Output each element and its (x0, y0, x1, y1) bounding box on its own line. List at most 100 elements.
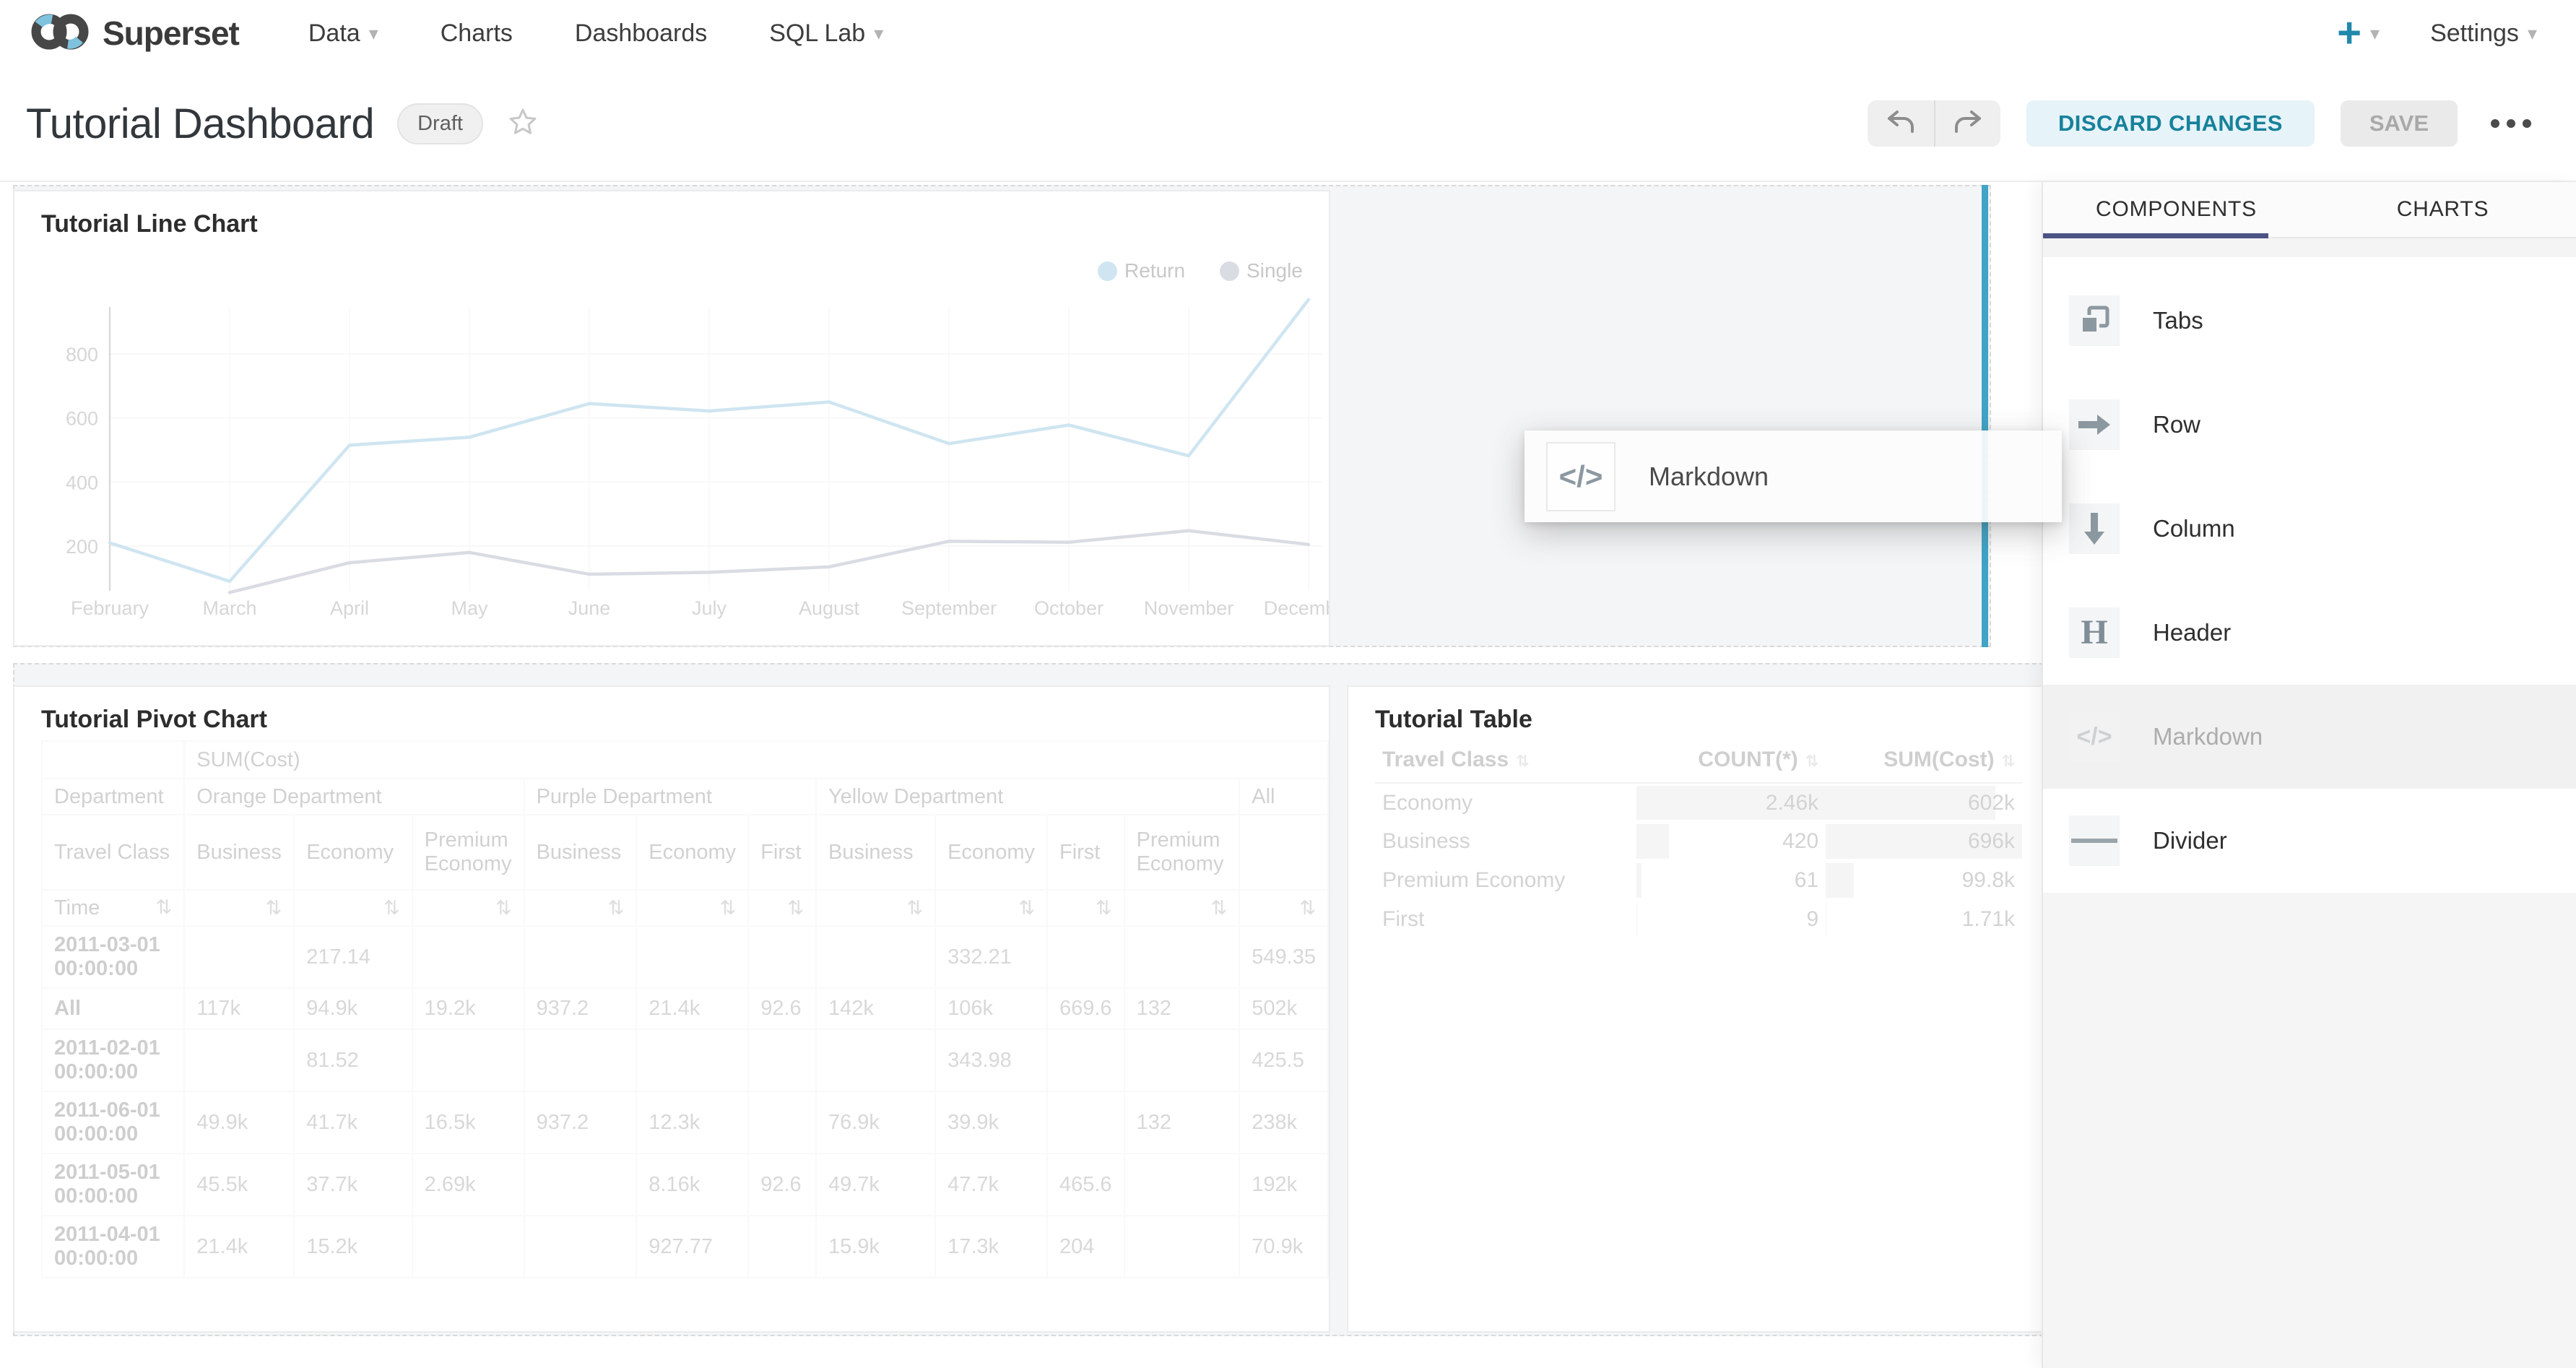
column-header-sum-cost-[interactable]: SUM(Cost)⇅ (1826, 737, 2022, 783)
builder-sidebar: COMPONENTS CHARTS TabsRow Column HHeader</… (2042, 182, 2576, 1368)
svg-text:December: December (1264, 597, 1329, 619)
pivot-row-label: 2011-03-01 00:00:00 (42, 926, 184, 988)
discard-changes-button[interactable]: DISCARD CHANGES (2026, 100, 2315, 147)
travel-class-cell: Business (1375, 822, 1636, 861)
pivot-value-cell: 21.4k (636, 988, 748, 1029)
pivot-value-cell: 15.2k (294, 1216, 412, 1278)
sidebar-item-header[interactable]: HHeader (2043, 581, 2576, 685)
new-item-button[interactable]: + ▾ (2337, 12, 2380, 54)
sort-icon[interactable]: ⇅ (495, 897, 512, 919)
pivot-column-header: Economy (636, 815, 748, 890)
pivot-column-header: Economy (935, 815, 1047, 890)
superset-logo[interactable]: Superset (29, 10, 239, 57)
metric-cell: 99.8k (1826, 861, 2022, 900)
dashboard-row-2[interactable]: Tutorial Pivot Chart SUM(Cost)Department… (13, 663, 2042, 1336)
column-header-count-[interactable]: COUNT(*)⇅ (1636, 737, 1826, 783)
sort-icon[interactable]: ⇅ (383, 897, 400, 919)
sort-icon[interactable]: ⇅ (1211, 897, 1228, 919)
pivot-department-label: Department (42, 779, 184, 815)
svg-text:April: April (330, 597, 369, 619)
sidebar-item-markdown[interactable]: </>Markdown (2043, 685, 2576, 789)
sidebar-item-label: Column (2153, 515, 2235, 542)
pivot-value-cell (412, 1029, 524, 1091)
pivot-value-cell (1124, 1216, 1240, 1278)
line-chart-card[interactable]: Tutorial Line Chart FebruaryMarchAprilMa… (13, 190, 1330, 646)
top-navbar: Superset Data▾ Charts Dashboards SQL Lab… (0, 0, 2576, 66)
star-icon[interactable] (506, 105, 539, 142)
caret-down-icon: ▾ (369, 24, 378, 43)
pivot-sort-cell: ⇅ (1239, 890, 1328, 926)
pivot-travel-class-label: Travel Class (42, 815, 184, 890)
table-chart-grid: Travel Class⇅COUNT(*)⇅SUM(Cost)⇅ Economy2… (1375, 737, 2022, 939)
brand-name: Superset (103, 14, 239, 53)
pivot-value-cell (1124, 926, 1240, 988)
active-tab-underline (2043, 233, 2268, 238)
travel-class-cell: Economy (1375, 783, 1636, 822)
drag-preview-markdown[interactable]: </> Markdown (1525, 430, 2062, 522)
pivot-row: 2011-06-01 00:00:0049.9k41.7k16.5k937.21… (42, 1091, 1328, 1153)
undo-button[interactable] (1868, 100, 1934, 147)
cell-bar (1636, 863, 1642, 898)
pivot-value-cell (524, 1216, 637, 1278)
pivot-value-cell: 92.6 (748, 988, 816, 1029)
sort-icon[interactable]: ⇅ (266, 897, 282, 919)
pivot-row: 2011-04-01 00:00:0021.4k15.2k927.7715.9k… (42, 1216, 1328, 1278)
pivot-value-cell (816, 1029, 935, 1091)
sort-icon[interactable]: ⇅ (608, 897, 625, 919)
pivot-value-cell: 39.9k (935, 1091, 1047, 1153)
pivot-value-cell: 343.98 (935, 1029, 1047, 1091)
tab-charts[interactable]: CHARTS (2310, 182, 2576, 237)
sort-icon[interactable]: ⇅ (1018, 897, 1035, 919)
nav-item-charts[interactable]: Charts (441, 20, 513, 48)
pivot-value-cell: 669.6 (1047, 988, 1124, 1029)
metric-cell: 1.71k (1826, 900, 2022, 939)
table-chart-card[interactable]: Tutorial Table Travel Class⇅COUNT(*)⇅SUM… (1347, 685, 2042, 1333)
svg-text:May: May (451, 597, 488, 619)
sidebar-item-divider[interactable]: Divider (2043, 789, 2576, 893)
svg-text:H: H (2081, 615, 2107, 651)
pivot-value-cell: 47.7k (935, 1153, 1047, 1216)
metric-cell: 2.46k (1636, 783, 1826, 822)
legend-item-single[interactable]: Single (1220, 259, 1303, 282)
column-icon (2069, 503, 2120, 554)
save-button[interactable]: SAVE (2341, 100, 2458, 147)
pivot-row: 2011-05-01 00:00:0045.5k37.7k2.69k8.16k9… (42, 1153, 1328, 1216)
sort-icon[interactable]: ⇅ (906, 897, 923, 919)
page-title: Tutorial Dashboard (26, 100, 374, 148)
sort-icon[interactable]: ⇅ (1299, 897, 1316, 919)
sort-icon[interactable]: ⇅ (156, 896, 173, 919)
ellipsis-icon[interactable] (2484, 112, 2538, 135)
legend-label: Single (1246, 259, 1303, 282)
pivot-column-header: Premium Economy (1124, 815, 1240, 890)
legend-item-return[interactable]: Return (1098, 259, 1185, 282)
pivot-column-header: Business (184, 815, 294, 890)
pivot-row-label: 2011-05-01 00:00:00 (42, 1153, 184, 1216)
caret-down-icon: ▾ (2528, 24, 2537, 43)
pivot-value-cell: 132 (1124, 1091, 1240, 1153)
sidebar-item-row[interactable]: Row (2043, 373, 2576, 477)
sort-icon[interactable]: ⇅ (1096, 897, 1112, 919)
nav-item-data[interactable]: Data▾ (308, 20, 378, 48)
pivot-chart-card[interactable]: Tutorial Pivot Chart SUM(Cost)Department… (13, 685, 1330, 1333)
pivot-value-cell (1047, 1029, 1124, 1091)
pivot-value-cell: 49.9k (184, 1091, 294, 1153)
sort-icon[interactable]: ⇅ (720, 897, 737, 919)
nav-item-dashboards[interactable]: Dashboards (575, 20, 707, 48)
dashboard-header: Tutorial Dashboard Draft (0, 66, 2576, 182)
sidebar-item-column[interactable]: Column (2043, 477, 2576, 581)
metric-cell: 9 (1636, 900, 1826, 939)
sidebar-footer (2043, 893, 2576, 1368)
dashboard-row-1[interactable]: Tutorial Line Chart FebruaryMarchAprilMa… (13, 185, 1991, 647)
pivot-value-cell (636, 1029, 748, 1091)
redo-button[interactable] (1934, 100, 2000, 147)
column-header-travel-class[interactable]: Travel Class⇅ (1375, 737, 1636, 783)
nav-item-sql-lab[interactable]: SQL Lab▾ (769, 20, 883, 48)
tab-components[interactable]: COMPONENTS (2043, 182, 2310, 237)
pivot-group-header: Orange Department (184, 779, 524, 815)
pivot-value-cell: 192k (1239, 1153, 1328, 1216)
pivot-value-cell (816, 926, 935, 988)
pivot-value-cell (1124, 1029, 1240, 1091)
settings-menu[interactable]: Settings▾ (2430, 20, 2537, 48)
sidebar-item-tabs[interactable]: Tabs (2043, 269, 2576, 373)
sort-icon[interactable]: ⇅ (787, 897, 804, 919)
